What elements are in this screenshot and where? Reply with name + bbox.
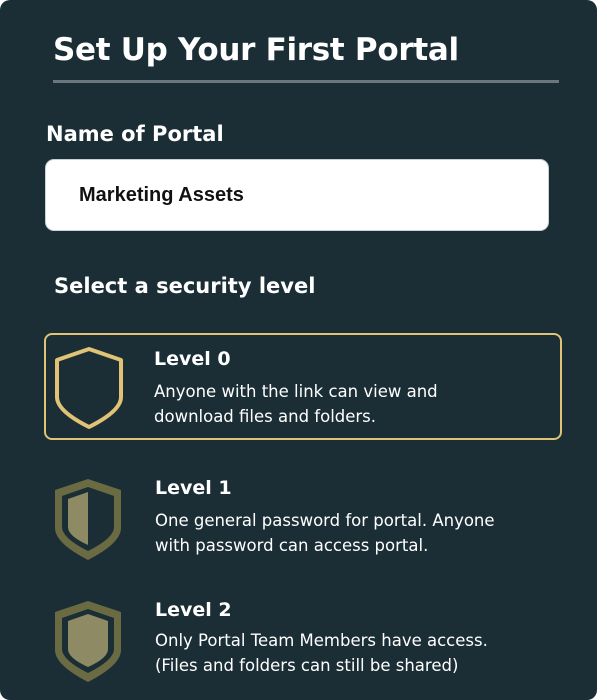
security-level-heading: Select a security level xyxy=(54,274,316,298)
portal-name-label: Name of Portal xyxy=(46,122,224,146)
security-level-2-option[interactable]: Level 2 Only Portal Team Members have ac… xyxy=(44,586,562,693)
level-title: Level 1 xyxy=(155,477,232,499)
shield-half-filled-icon xyxy=(53,476,123,566)
title-divider xyxy=(53,80,559,83)
level-title: Level 0 xyxy=(154,348,231,370)
shield-outline-icon xyxy=(54,345,124,435)
setup-portal-panel: Set Up Your First Portal Name of Portal … xyxy=(0,0,597,700)
page-title: Set Up Your First Portal xyxy=(53,32,459,68)
level-description: Anyone with the link can view and downlo… xyxy=(154,382,438,426)
level-description: Only Portal Team Members have access. (F… xyxy=(155,631,488,675)
level-title: Level 2 xyxy=(155,599,232,621)
level-description: One general password for portal. Anyone … xyxy=(155,511,495,555)
security-level-0-option[interactable]: Level 0 Anyone with the link can view an… xyxy=(44,333,562,440)
portal-name-input[interactable] xyxy=(45,159,549,231)
shield-filled-icon xyxy=(53,598,123,688)
security-level-1-option[interactable]: Level 1 One general password for portal.… xyxy=(44,464,562,571)
